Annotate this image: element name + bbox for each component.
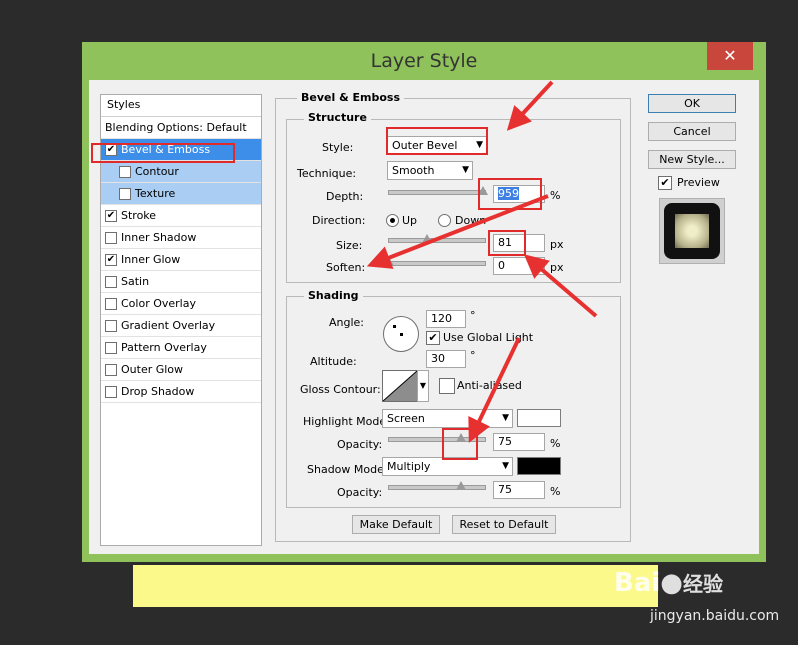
- watermark-brand-cn: 经验: [682, 572, 723, 596]
- annotation-arrows: [366, 80, 598, 443]
- watermark-url: jingyan.baidu.com: [650, 608, 780, 624]
- watermark-logo: Bai●经验: [614, 568, 723, 598]
- arrow-style: [506, 80, 554, 131]
- arrow-depth: [366, 194, 549, 269]
- paw-icon: ●: [660, 568, 683, 598]
- arrow-size: [523, 254, 598, 318]
- watermark-brand: Bai: [614, 568, 661, 598]
- arrow-opacity: [468, 337, 521, 443]
